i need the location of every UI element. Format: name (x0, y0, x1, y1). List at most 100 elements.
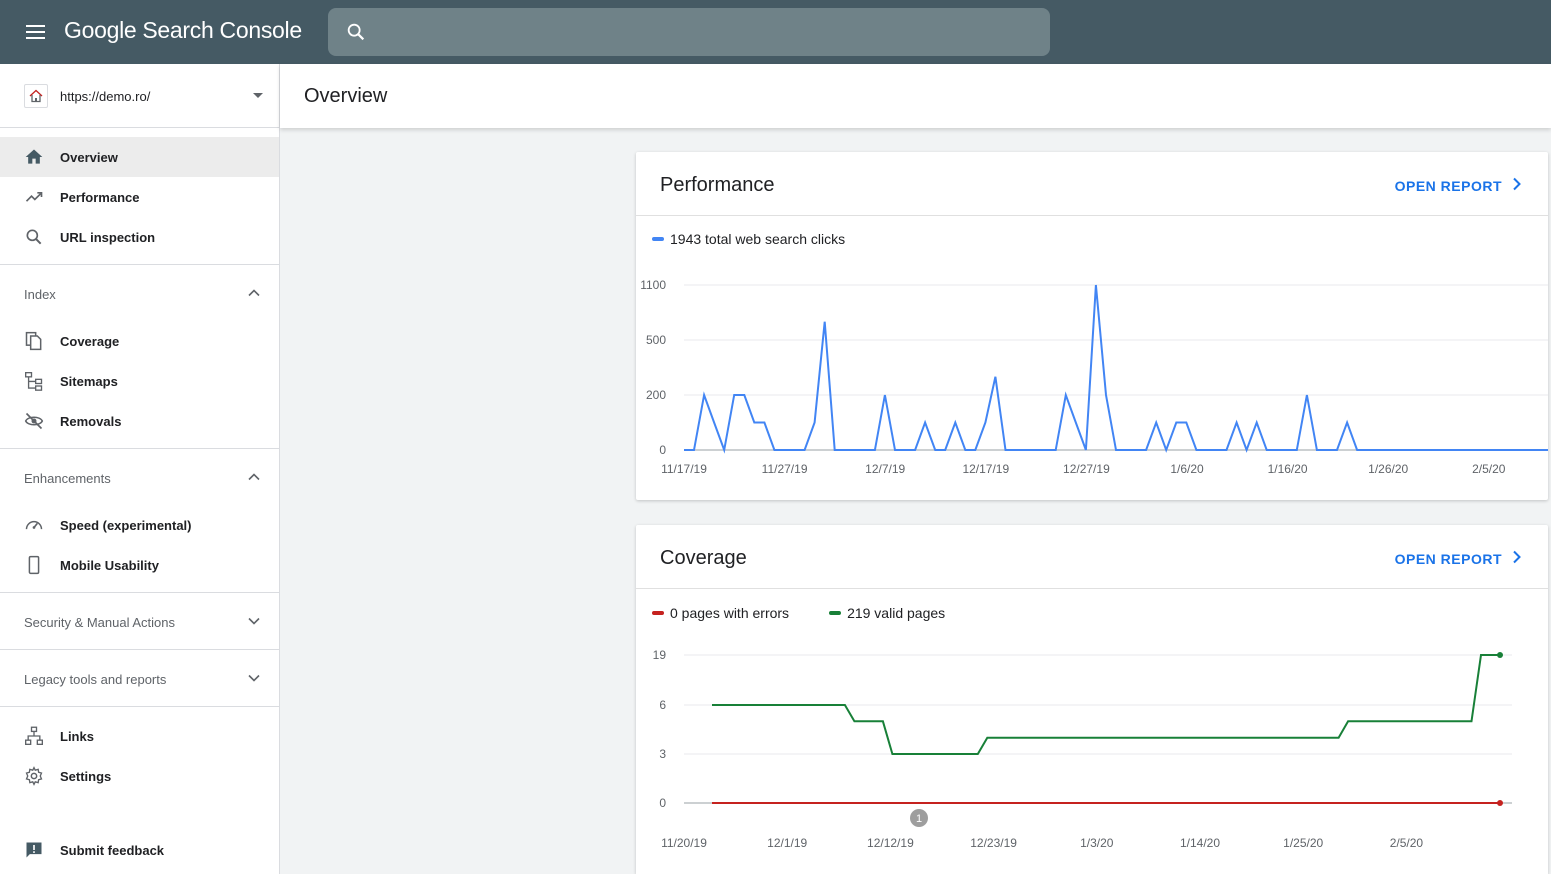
phone-icon (24, 555, 44, 575)
coverage-legend: 0 pages with errors 219 valid pages (652, 605, 945, 621)
card-title: Performance (660, 174, 775, 196)
hamburger-menu-icon[interactable] (20, 20, 52, 44)
y-tick-label: 6 (659, 698, 666, 712)
performance-legend: 1943 total web search clicks (652, 231, 845, 247)
page-header: Overview (280, 64, 1551, 128)
gear-icon (24, 766, 44, 786)
sidebar-item-links[interactable]: Links (0, 716, 279, 756)
series-line-clicks (684, 284, 1548, 454)
sidebar-item-label: Removals (60, 414, 122, 429)
x-tick-label: 12/27/19 (1063, 462, 1110, 476)
x-tick-label: 12/7/19 (865, 462, 905, 476)
sidebar-item-label: Overview (60, 150, 118, 165)
sidebar-item-url-inspection[interactable]: URL inspection (0, 217, 279, 257)
legend-label: 0 pages with errors (670, 605, 790, 621)
links-icon (24, 726, 44, 746)
y-tick-label: 1100 (640, 278, 666, 292)
legend-item[interactable]: 1943 total web search clicks (652, 231, 845, 247)
coverage-open-report-button[interactable]: OPEN REPORT (1395, 550, 1522, 567)
open-report-label: OPEN REPORT (1394, 550, 1502, 567)
sidebar: https://demo.ro/ Overview Performance UR… (0, 64, 280, 874)
section-label: Security & Manual Actions (24, 615, 176, 630)
section-label: Index (24, 287, 56, 302)
search-icon (345, 21, 367, 48)
section-label: Enhancements (24, 471, 111, 486)
chevron-up-icon (247, 470, 261, 489)
y-tick-label: 0 (659, 443, 666, 457)
sidebar-section-enhancements[interactable]: Enhancements (0, 449, 279, 505)
search-input[interactable] (384, 8, 1034, 56)
x-tick-label: 11/17/19 (661, 462, 707, 476)
property-selector[interactable]: https://demo.ro/ (0, 64, 279, 128)
feedback-icon (24, 840, 44, 860)
legend-item-valid[interactable]: 219 valid pages (829, 605, 945, 621)
x-tick-label: 1/26/20 (1368, 462, 1408, 476)
x-tick-label: 1/25/20 (1283, 836, 1323, 850)
x-tick-label: 12/1/19 (767, 836, 807, 850)
chevron-right-icon (1512, 177, 1522, 194)
sidebar-item-label: Performance (60, 190, 140, 205)
eye-off-icon (24, 411, 44, 431)
sidebar-item-coverage[interactable]: Coverage (0, 321, 279, 361)
annotation-label: 1 (916, 813, 922, 825)
sidebar-item-removals[interactable]: Removals (0, 401, 279, 441)
chevron-up-icon (247, 286, 261, 305)
performance-open-report-button[interactable]: OPEN REPORT (1395, 177, 1522, 194)
performance-card: Performance OPEN REPORT 1943 total web s… (636, 152, 1548, 500)
sidebar-item-speed[interactable]: Speed (experimental) (0, 505, 279, 545)
sidebar-item-label: Mobile Usability (60, 558, 159, 573)
x-tick-label: 11/27/19 (762, 462, 808, 476)
property-home-icon (24, 84, 48, 108)
sitemap-icon (24, 371, 44, 391)
sidebar-item-label: URL inspection (60, 230, 156, 245)
sidebar-item-overview[interactable]: Overview (0, 137, 279, 177)
sidebar-section-legacy[interactable]: Legacy tools and reports (0, 650, 279, 706)
legend-swatch (652, 237, 664, 241)
x-tick-label: 2/5/20 (1472, 462, 1506, 476)
open-report-label: OPEN REPORT (1394, 177, 1502, 194)
sidebar-item-performance[interactable]: Performance (0, 177, 279, 217)
x-tick-label: 1/3/20 (1080, 836, 1114, 850)
search-icon (24, 227, 44, 247)
legend-swatch (652, 611, 664, 615)
y-tick-label: 500 (646, 333, 666, 347)
sidebar-section-security[interactable]: Security & Manual Actions (0, 593, 279, 649)
legend-item-errors[interactable]: 0 pages with errors (652, 605, 789, 621)
search-bar[interactable] (328, 8, 1050, 56)
y-tick-label: 200 (646, 388, 666, 402)
y-tick-label: 19 (653, 648, 667, 662)
sidebar-item-submit-feedback[interactable]: Submit feedback (0, 830, 279, 870)
top-app-bar: Google Search Console (0, 0, 1551, 64)
sidebar-item-label: Settings (60, 769, 112, 784)
chevron-down-icon (247, 671, 261, 690)
trending-up-icon (24, 187, 44, 207)
performance-chart: 0 200 500 1100 11/17/19 11/27/19 12/7/19 12/17/… (640, 278, 1548, 476)
sidebar-item-mobile-usability[interactable]: Mobile Usability (0, 545, 279, 585)
sidebar-item-settings[interactable]: Settings (0, 756, 279, 796)
speedometer-icon (24, 515, 44, 535)
card-title: Coverage (660, 547, 747, 569)
sidebar-item-label: Submit feedback (60, 843, 165, 858)
x-tick-label: 11/20/19 (661, 836, 707, 850)
sidebar-item-label: Links (60, 729, 94, 744)
sidebar-section-index[interactable]: Index (0, 265, 279, 321)
series-end-point (1497, 800, 1503, 806)
x-tick-label: 1/14/20 (1180, 836, 1220, 850)
chevron-down-icon (247, 614, 261, 633)
x-tick-label: 12/12/19 (867, 836, 914, 850)
coverage-card: Coverage OPEN REPORT 0 pages with errors… (636, 525, 1548, 874)
app-title[interactable]: Google Search Console (64, 17, 302, 44)
legend-label: 1943 total web search clicks (670, 231, 846, 247)
sidebar-item-label: Sitemaps (60, 374, 118, 389)
file-copy-icon (24, 331, 44, 351)
sidebar-item-label: Speed (experimental) (60, 518, 192, 533)
property-url: https://demo.ro/ (60, 89, 151, 104)
section-label: Legacy tools and reports (24, 672, 167, 687)
sidebar-item-label: Coverage (60, 334, 120, 349)
x-tick-label: 12/17/19 (962, 462, 1009, 476)
chevron-right-icon (1512, 550, 1522, 567)
x-tick-label: 12/23/19 (970, 836, 1017, 850)
series-end-point (1497, 652, 1503, 658)
chevron-down-icon (253, 93, 263, 98)
sidebar-item-sitemaps[interactable]: Sitemaps (0, 361, 279, 401)
